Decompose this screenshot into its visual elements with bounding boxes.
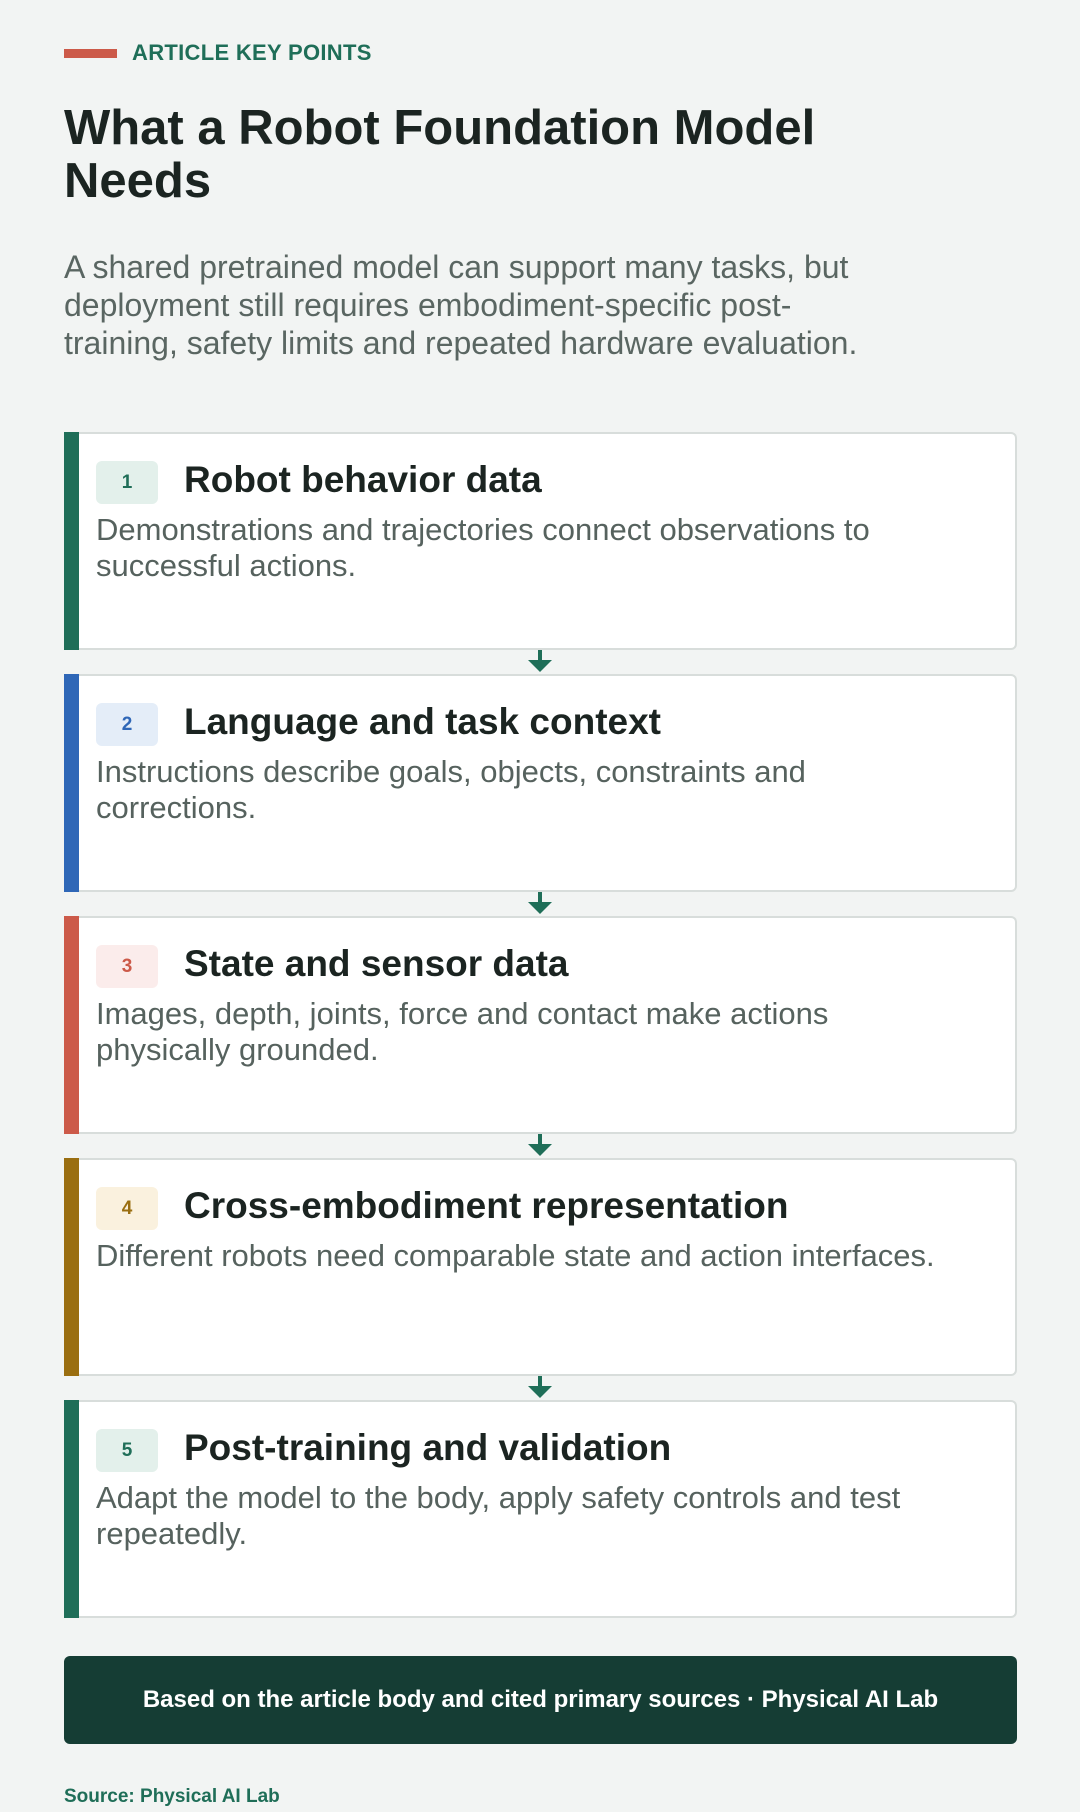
arrow-down-icon bbox=[528, 1134, 552, 1156]
step-card: 3 State and sensor data Images, depth, j… bbox=[64, 916, 1017, 1156]
intro-text: A shared pretrained model can support ma… bbox=[64, 249, 858, 361]
step-title: Cross-embodiment representation bbox=[184, 1185, 789, 1226]
arrow-down-icon bbox=[528, 1376, 552, 1398]
step-accent-bar bbox=[64, 1400, 79, 1618]
eyebrow-accent-bar bbox=[64, 48, 117, 58]
step-card: 5 Post-training and validation Adapt the… bbox=[64, 1400, 1017, 1618]
step-number-badge: 4 bbox=[96, 1187, 158, 1230]
arrow-down-icon bbox=[528, 892, 552, 914]
step-number-badge: 5 bbox=[96, 1429, 158, 1472]
step-description: Images, depth, joints, force and contact… bbox=[96, 996, 829, 1067]
source-note: Source: Physical AI Lab bbox=[64, 1786, 280, 1807]
step-number-badge: 2 bbox=[96, 703, 158, 746]
step-description: Instructions describe goals, objects, co… bbox=[96, 754, 806, 825]
eyebrow: ARTICLE KEY POINTS bbox=[64, 40, 372, 66]
step-accent-bar bbox=[64, 674, 79, 892]
step-accent-bar bbox=[64, 1158, 79, 1376]
step-number-badge: 1 bbox=[96, 461, 158, 504]
step-title: Language and task context bbox=[184, 701, 661, 742]
step-description: Different robots need comparable state a… bbox=[96, 1238, 935, 1273]
arrow-down-icon bbox=[528, 650, 552, 672]
step-title: Robot behavior data bbox=[184, 459, 542, 500]
steps-list: 1 Robot behavior data Demonstrations and… bbox=[64, 432, 1017, 1618]
page-title: What a Robot Foundation Model Needs bbox=[64, 101, 816, 208]
step-accent-bar bbox=[64, 916, 79, 1134]
step-card: 4 Cross-embodiment representation Differ… bbox=[64, 1158, 1017, 1398]
eyebrow-label: ARTICLE KEY POINTS bbox=[132, 40, 372, 65]
footer-banner: Based on the article body and cited prim… bbox=[64, 1656, 1017, 1744]
step-card: 1 Robot behavior data Demonstrations and… bbox=[64, 432, 1017, 672]
step-card: 2 Language and task context Instructions… bbox=[64, 674, 1017, 914]
step-title: Post-training and validation bbox=[184, 1427, 672, 1468]
step-number-badge: 3 bbox=[96, 945, 158, 988]
step-description: Adapt the model to the body, apply safet… bbox=[96, 1480, 901, 1551]
step-description: Demonstrations and trajectories connect … bbox=[96, 512, 870, 583]
step-accent-bar bbox=[64, 432, 79, 650]
step-title: State and sensor data bbox=[184, 943, 569, 984]
